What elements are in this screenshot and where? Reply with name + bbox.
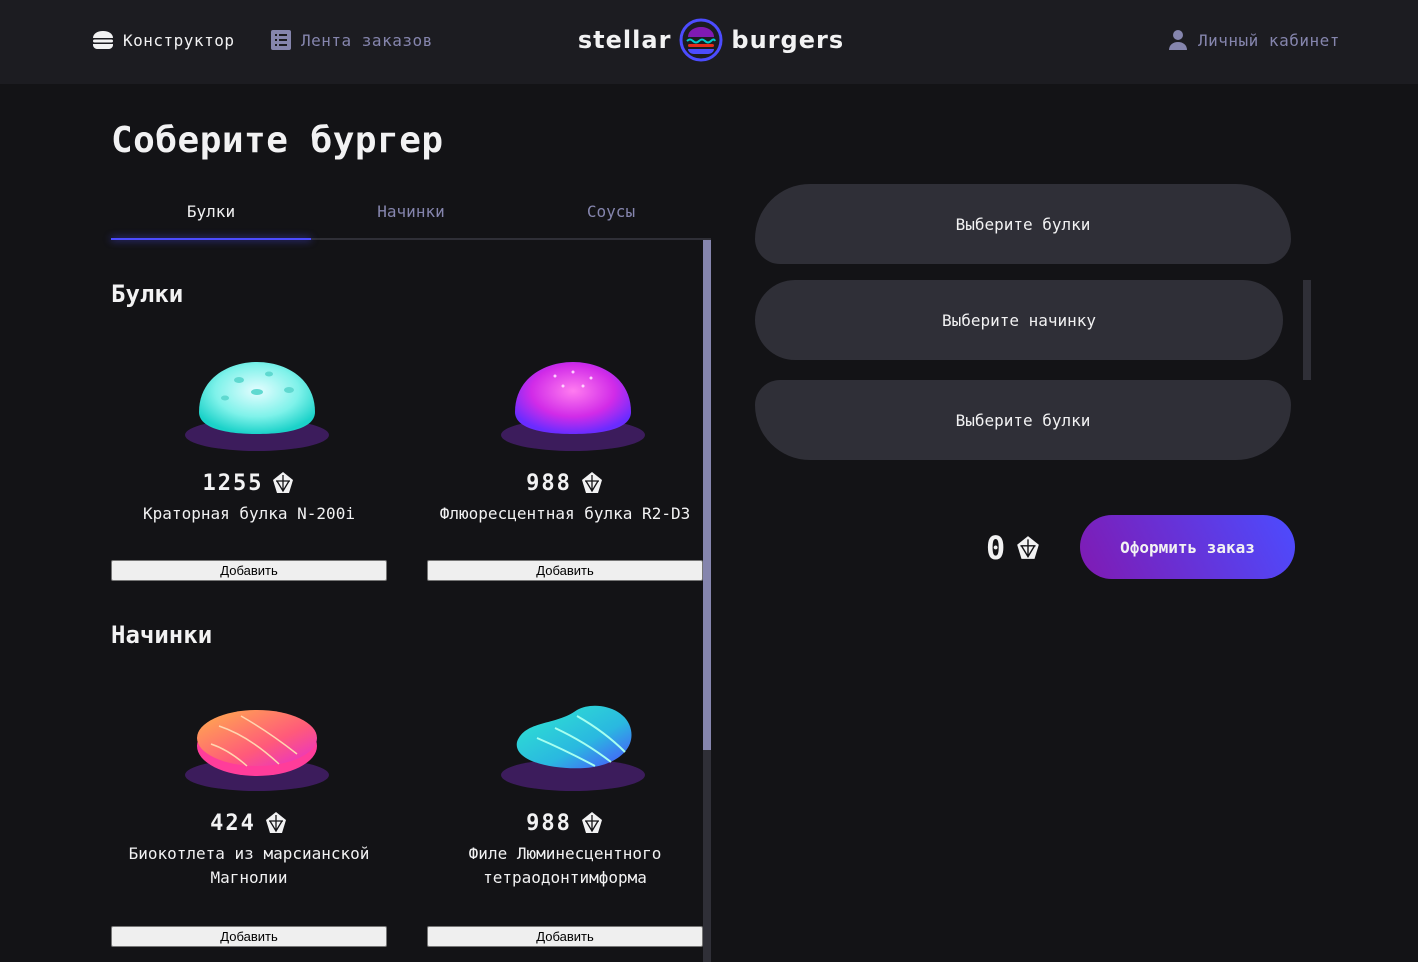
nav-profile[interactable]: Личный кабинет (1166, 28, 1340, 52)
currency-icon (581, 472, 602, 493)
ingredient-price: 1255 (111, 470, 387, 496)
currency-icon (265, 812, 286, 833)
ingredient-name: Флюоресцентная булка R2-D3 (439, 504, 691, 523)
list-icon (271, 30, 291, 50)
ingredient-tabs: Булки Начинки Соусы (111, 184, 711, 240)
nav-order-feed-label: Лента заказов (301, 30, 433, 50)
top-bun-slot[interactable]: Выберите булки (755, 184, 1291, 264)
nav-constructor-label: Конструктор (123, 30, 235, 50)
ingredient-name: Филе Люминесцентного тетраодонтимформа (468, 844, 662, 887)
add-button[interactable]: Добавить (427, 926, 703, 947)
total-value: 0 (986, 529, 1006, 567)
bottom-bun-slot[interactable]: Выберите булки (755, 380, 1291, 460)
ingredient-card[interactable]: 988 Флюоресцентная булка R2-D3 Добавить (427, 340, 703, 581)
currency-icon (1017, 536, 1040, 559)
tab-sauces[interactable]: Соусы (511, 184, 711, 238)
logo-word-left: stellar (577, 26, 672, 54)
burger-icon (93, 31, 113, 49)
section-title-buns: Булки (111, 280, 184, 308)
price-value: 988 (526, 810, 572, 836)
logo-burger-icon (679, 18, 723, 62)
ingredient-name: Биокотлета из марсианской Магнолии (128, 844, 370, 887)
nav-constructor[interactable]: Конструктор (91, 28, 234, 52)
price-value: 424 (210, 810, 256, 836)
ingredients-list[interactable]: Булки 1255 Краторная булка N-200i Добави (111, 240, 711, 962)
app-header: Конструктор Лента заказов stellar burger… (0, 0, 1418, 84)
price-value: 1255 (202, 470, 264, 496)
tab-buns[interactable]: Булки (111, 184, 311, 240)
nav-order-feed[interactable]: Лента заказов (269, 28, 433, 52)
page-title: Соберите бургер (111, 120, 444, 161)
logo-word-right: burgers (731, 26, 845, 54)
ingredient-price: 424 (111, 810, 387, 836)
price-value: 988 (526, 470, 572, 496)
filling-slot[interactable]: Выберите начинку (755, 280, 1283, 360)
ingredients-scrollbar[interactable] (703, 240, 711, 962)
add-button[interactable]: Добавить (111, 560, 387, 581)
stellar-burgers-logo[interactable]: stellar burgers (565, 16, 857, 64)
ingredient-card[interactable]: 1255 Краторная булка N-200i Добавить (111, 340, 387, 581)
ingredient-card[interactable]: 988 Филе Люминесцентного тетраодонтимфор… (427, 680, 703, 947)
currency-icon (273, 472, 294, 493)
ingredient-image (129, 340, 369, 460)
ingredients-scrollbar-thumb[interactable] (703, 240, 711, 750)
ingredient-image (129, 680, 369, 800)
nav-profile-label: Личный кабинет (1198, 30, 1340, 50)
ingredient-price: 988 (427, 470, 703, 496)
constructor-scrollbar[interactable] (1303, 280, 1311, 380)
add-button[interactable]: Добавить (111, 926, 387, 947)
ingredient-price: 988 (427, 810, 703, 836)
ingredient-image (445, 340, 685, 460)
place-order-button[interactable]: Оформить заказ (1080, 515, 1295, 579)
tab-mains[interactable]: Начинки (311, 184, 511, 238)
order-total: 0 (986, 529, 1041, 567)
add-button[interactable]: Добавить (427, 560, 703, 581)
profile-icon (1169, 30, 1187, 50)
ingredient-name: Краторная булка N-200i (143, 504, 355, 523)
currency-icon (581, 812, 602, 833)
ingredient-card[interactable]: 424 Биокотлета из марсианской Магнолии Д… (111, 680, 387, 947)
ingredient-image (445, 680, 685, 800)
section-title-mains: Начинки (111, 621, 213, 649)
